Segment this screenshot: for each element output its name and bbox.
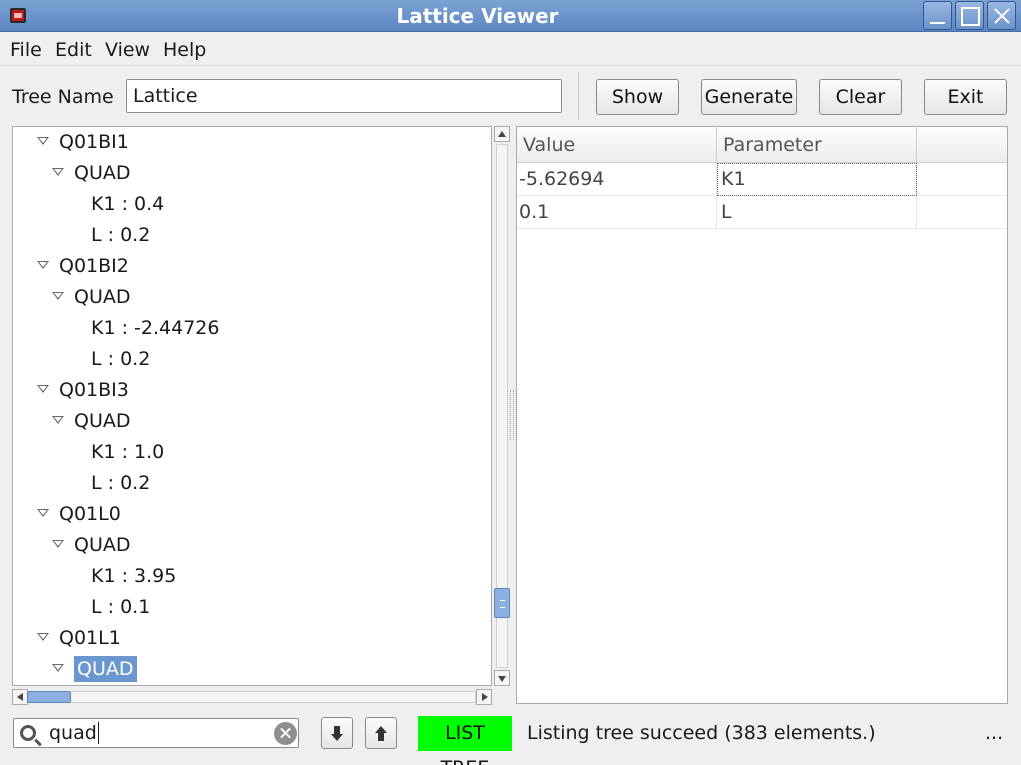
status-more: ...	[985, 722, 1004, 744]
scroll-down-button[interactable]	[494, 670, 510, 686]
tree-leaf[interactable]: L : 0.2	[91, 468, 150, 499]
generate-button[interactable]: Generate	[701, 79, 797, 115]
status-message: Listing tree succeed (383 elements.)	[527, 722, 876, 744]
menu-file[interactable]: File	[10, 39, 42, 61]
tree-node[interactable]: Q01BI1	[37, 127, 129, 158]
exit-button[interactable]: Exit	[924, 79, 1007, 115]
clear-button[interactable]: Clear	[819, 79, 902, 115]
pane-splitter[interactable]	[510, 390, 514, 440]
tree-node-selected[interactable]: QUAD	[52, 654, 137, 685]
table-cell-value[interactable]: -5.62694	[517, 163, 717, 196]
parameter-table[interactable]: Value Parameter -5.62694 K1 0.1 L	[516, 126, 1008, 704]
tree-node[interactable]: QUAD	[52, 530, 131, 561]
scroll-track[interactable]	[28, 691, 476, 703]
tree-leaf[interactable]: K1 : 1.0	[91, 437, 164, 468]
search-field[interactable]: quad	[13, 718, 299, 748]
scroll-right-button[interactable]	[476, 689, 492, 705]
previous-match-button[interactable]	[365, 717, 397, 749]
table-cell-value[interactable]: 0.1	[517, 196, 717, 229]
table-cell-empty	[917, 163, 1007, 196]
tree-node[interactable]: QUAD	[52, 158, 131, 189]
search-input[interactable]: quad	[49, 722, 99, 744]
expand-triangle-icon[interactable]	[52, 415, 64, 424]
expand-triangle-icon[interactable]	[52, 291, 64, 300]
tree-horizontal-scrollbar[interactable]	[12, 689, 492, 705]
tree-leaf[interactable]: L : 0.2	[91, 220, 150, 251]
table-cell-empty	[917, 196, 1007, 229]
toolbar-separator	[578, 72, 579, 120]
tree-leaf[interactable]: K1 : -2.44726	[91, 313, 219, 344]
column-header-value[interactable]: Value	[517, 127, 717, 163]
expand-triangle-icon[interactable]	[37, 632, 49, 641]
expand-triangle-icon[interactable]	[37, 136, 49, 145]
column-header-empty	[917, 127, 1007, 163]
minimize-button[interactable]	[923, 1, 952, 30]
expand-triangle-icon[interactable]	[37, 384, 49, 393]
search-icon	[20, 725, 36, 741]
tree-name-label: Tree Name	[12, 86, 114, 108]
close-button[interactable]	[987, 1, 1016, 30]
expand-triangle-icon[interactable]	[52, 167, 64, 176]
expand-triangle-icon[interactable]	[52, 539, 64, 548]
column-header-parameter[interactable]: Parameter	[717, 127, 917, 163]
maximize-button[interactable]	[955, 1, 984, 30]
tree-node[interactable]: QUAD	[52, 282, 131, 313]
tree-node[interactable]: Q01L1	[37, 623, 121, 654]
expand-triangle-icon[interactable]	[37, 260, 49, 269]
menu-bar: File Edit View Help	[0, 32, 1021, 66]
window-title: Lattice Viewer	[396, 4, 559, 28]
next-match-button[interactable]	[321, 717, 353, 749]
tree-name-input[interactable]	[126, 79, 562, 113]
menu-edit[interactable]: Edit	[55, 39, 92, 61]
tree-node[interactable]: QUAD	[52, 406, 131, 437]
menu-help[interactable]: Help	[163, 39, 206, 61]
tree-node[interactable]: Q01BI3	[37, 375, 129, 406]
status-badge: LIST TREE	[418, 716, 512, 765]
table-cell-parameter[interactable]: L	[717, 196, 917, 229]
scroll-up-button[interactable]	[494, 126, 510, 142]
selected-node-label: QUAD	[74, 656, 137, 682]
expand-triangle-icon[interactable]	[37, 508, 49, 517]
menu-view[interactable]: View	[105, 39, 150, 61]
show-button[interactable]: Show	[596, 79, 679, 115]
tree-leaf[interactable]: L : 0.2	[91, 344, 150, 375]
table-cell-parameter[interactable]: K1	[717, 163, 917, 196]
tree-leaf[interactable]: K1 : 3.95	[91, 561, 176, 592]
clear-search-icon[interactable]	[274, 722, 297, 745]
tree-node[interactable]: Q01L0	[37, 499, 121, 530]
lattice-tree[interactable]: Q01BI1 QUAD K1 : 0.4 L : 0.2 Q01BI2 QUAD…	[12, 126, 492, 686]
vertical-scroll-thumb[interactable]	[494, 588, 510, 618]
scroll-left-button[interactable]	[12, 689, 28, 705]
tree-leaf[interactable]: K1 : 0.4	[91, 189, 164, 220]
tree-node[interactable]: Q01BI2	[37, 251, 129, 282]
expand-triangle-icon[interactable]	[52, 663, 64, 672]
tree-leaf[interactable]: L : 0.1	[91, 592, 150, 623]
title-bar: Lattice Viewer	[0, 0, 1021, 32]
horizontal-scroll-thumb[interactable]	[27, 691, 71, 703]
